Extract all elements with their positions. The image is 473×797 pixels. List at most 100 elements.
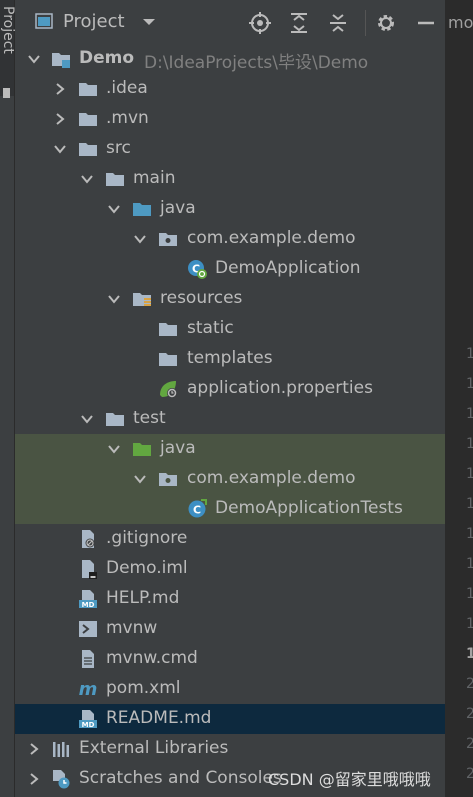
tree-node-demo-application[interactable]: C DemoApplication	[15, 254, 445, 284]
chevron-down-icon[interactable]	[53, 142, 67, 156]
tree-node-label: External Libraries	[79, 738, 229, 758]
project-panel: Project Demo D:\IdeaProjects\毕设\Demo .id…	[15, 0, 445, 797]
line-number: 1	[466, 526, 473, 542]
tree-node-demo-iml[interactable]: Demo.iml	[15, 554, 445, 584]
project-tool-tab[interactable]: Project	[0, 0, 16, 96]
iml-file-icon	[82, 560, 97, 579]
spring-boot-class-icon: C	[188, 260, 207, 279]
tree-node-label: static	[187, 318, 234, 338]
tree-node-pom-xml[interactable]: m pom.xml	[15, 674, 445, 704]
chevron-right-icon[interactable]	[53, 82, 67, 96]
project-path: D:\IdeaProjects\毕设\Demo	[144, 53, 369, 73]
line-number: 1	[466, 496, 473, 512]
collapse-all-icon[interactable]	[327, 12, 349, 34]
tree-node-label: HELP.md	[106, 588, 180, 608]
tree-node-label: com.example.demo	[187, 468, 356, 488]
line-number: 1	[466, 646, 473, 662]
chevron-down-icon[interactable]	[80, 412, 94, 426]
line-number: 1	[466, 556, 473, 572]
tree-node-main-java[interactable]: java	[15, 194, 445, 224]
resources-folder-icon	[133, 293, 151, 306]
expand-all-icon[interactable]	[288, 12, 310, 34]
line-number: 1	[466, 376, 473, 392]
tree-node-mvn[interactable]: .mvn	[15, 104, 445, 134]
tree-node-demo[interactable]: Demo D:\IdeaProjects\毕设\Demo	[15, 44, 445, 74]
chevron-down-icon[interactable]	[107, 202, 121, 216]
line-number: 1	[466, 586, 473, 602]
tree-node-label: templates	[187, 348, 273, 368]
markdown-file-icon: MD	[79, 590, 97, 609]
line-number: 1	[466, 616, 473, 632]
tool-window-strip: Project	[0, 0, 16, 797]
tree-node-label: Demo	[79, 48, 135, 68]
line-number: 1	[466, 466, 473, 482]
tree-node-gitignore[interactable]: .gitignore	[15, 524, 445, 554]
tab-marker	[3, 88, 10, 98]
tree-node-static[interactable]: static	[15, 314, 445, 344]
tree-node-test-package[interactable]: com.example.demo	[15, 464, 445, 494]
tree-node-external-libraries[interactable]: External Libraries	[15, 734, 445, 764]
line-number: 2	[466, 766, 473, 782]
tree-node-label: mvnw.cmd	[106, 648, 198, 668]
tree-node-label: .mvn	[106, 108, 149, 128]
chevron-down-icon[interactable]	[27, 52, 41, 66]
tree-node-mvnw[interactable]: mvnw	[15, 614, 445, 644]
editor-tab-label[interactable]: mo	[448, 13, 473, 32]
locate-icon[interactable]	[249, 12, 271, 34]
chevron-right-icon[interactable]	[27, 742, 41, 756]
minimize-icon[interactable]	[415, 12, 437, 34]
tree-node-src[interactable]: src	[15, 134, 445, 164]
tree-node-label: DemoApplicationTests	[215, 498, 403, 518]
line-number: 1	[466, 436, 473, 452]
test-class-icon: C	[188, 499, 207, 518]
tree-node-label: .idea	[106, 78, 148, 98]
tree-node-label: resources	[160, 288, 243, 308]
source-folder-icon	[133, 203, 151, 216]
line-number: 1	[466, 406, 473, 422]
folder-icon	[79, 113, 97, 126]
folder-icon	[79, 83, 97, 96]
tree-node-help-md[interactable]: MD HELP.md	[15, 584, 445, 614]
tree-node-label: test	[133, 408, 166, 428]
tree-node-main[interactable]: main	[15, 164, 445, 194]
tree-node-package[interactable]: com.example.demo	[15, 224, 445, 254]
gear-icon[interactable]	[375, 12, 397, 34]
ignore-file-icon	[82, 530, 95, 548]
chevron-down-icon[interactable]	[80, 172, 94, 186]
tree-node-mvnw-cmd[interactable]: mvnw.cmd	[15, 644, 445, 674]
tree-node-label: src	[106, 138, 131, 158]
svg-text:C: C	[193, 504, 201, 517]
line-number: 1	[466, 346, 473, 362]
folder-icon	[79, 143, 97, 156]
tree-node-resources[interactable]: resources	[15, 284, 445, 314]
folder-icon	[159, 323, 177, 336]
chevron-down-icon[interactable]	[107, 292, 121, 306]
tree-node-test[interactable]: test	[15, 404, 445, 434]
tree-node-idea[interactable]: .idea	[15, 74, 445, 104]
project-view-title[interactable]: Project	[63, 11, 125, 32]
tree-node-demo-application-tests[interactable]: C DemoApplicationTests	[15, 494, 445, 524]
text-file-icon	[82, 650, 94, 668]
chevron-right-icon[interactable]	[27, 772, 41, 786]
package-icon	[159, 233, 177, 246]
chevron-down-icon[interactable]	[140, 13, 158, 31]
tree-node-label: java	[160, 198, 196, 218]
tree-node-test-java[interactable]: java	[15, 434, 445, 464]
tree-node-label: Scratches and Consoles	[79, 768, 282, 788]
tree-node-label: application.properties	[187, 378, 373, 398]
tree-node-application-properties[interactable]: application.properties	[15, 374, 445, 404]
chevron-down-icon[interactable]	[133, 472, 147, 486]
module-folder-icon	[52, 53, 70, 68]
tree-node-templates[interactable]: templates	[15, 344, 445, 374]
project-tool-tab-label: Project	[0, 6, 16, 54]
chevron-down-icon[interactable]	[107, 442, 121, 456]
folder-icon	[159, 353, 177, 366]
tree-node-label: DemoApplication	[215, 258, 361, 278]
line-number: 2	[466, 706, 473, 722]
tree-node-readme-md[interactable]: MD README.md	[15, 704, 445, 734]
scratches-icon	[53, 770, 70, 789]
folder-icon	[106, 173, 124, 186]
chevron-right-icon[interactable]	[53, 112, 67, 126]
svg-text:MD: MD	[82, 601, 95, 609]
chevron-down-icon[interactable]	[133, 232, 147, 246]
